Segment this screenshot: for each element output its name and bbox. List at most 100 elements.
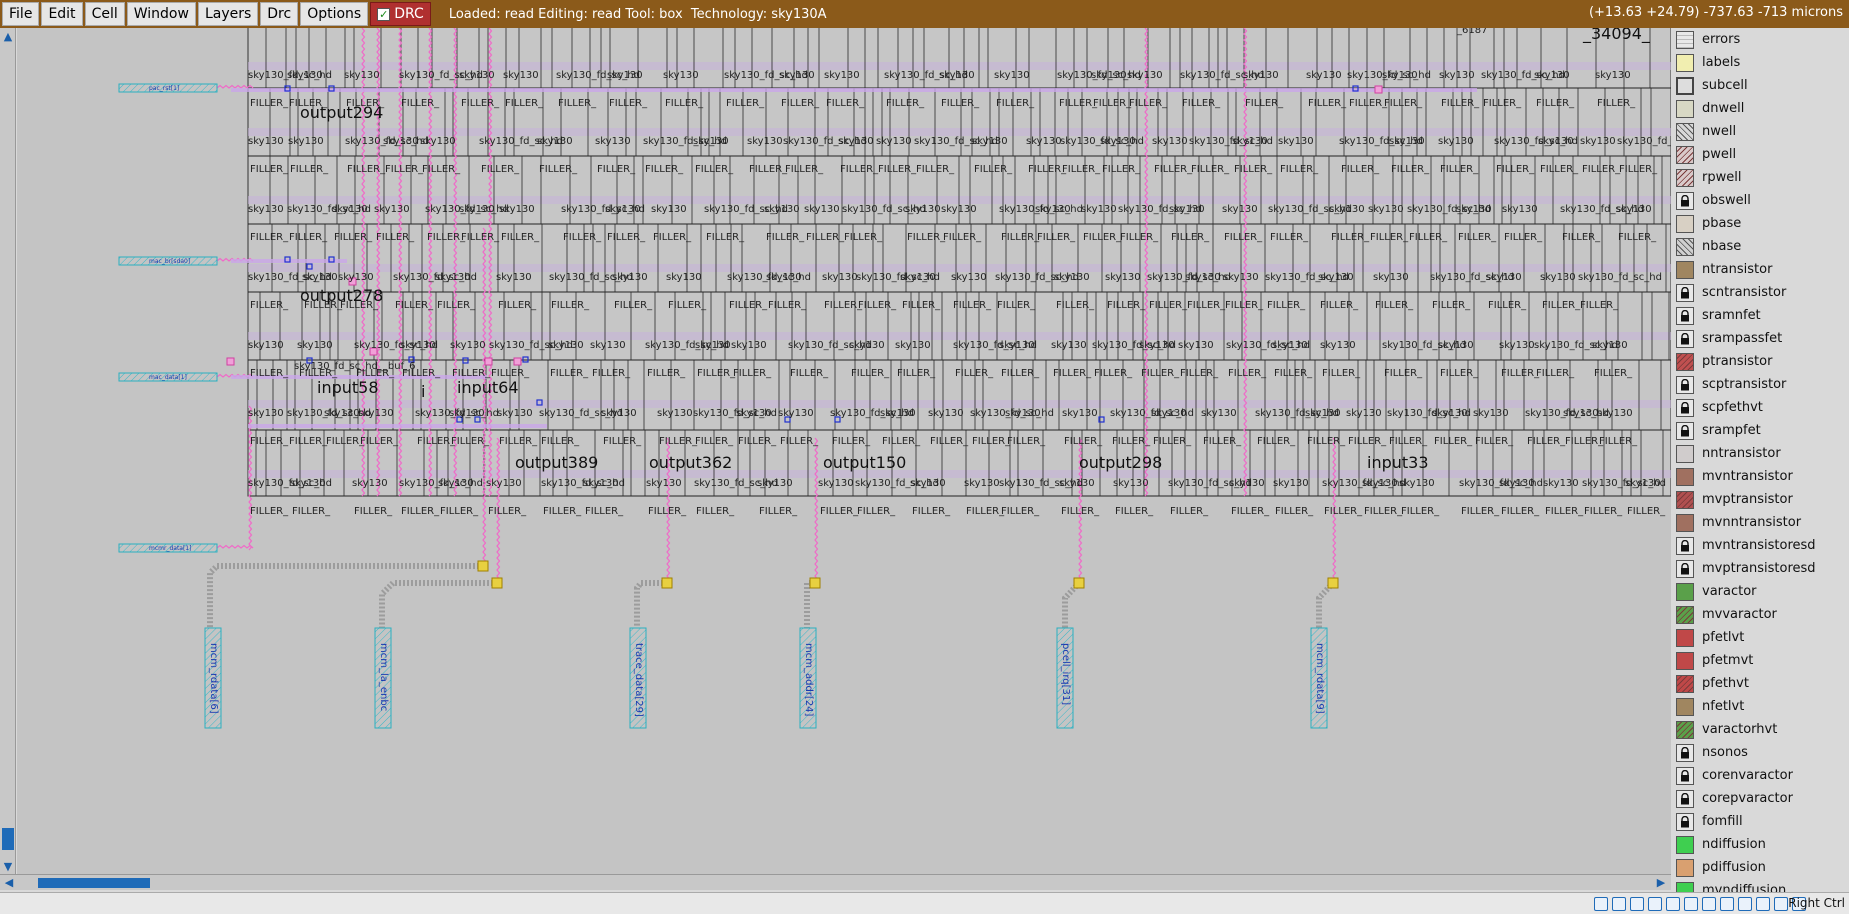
layer-corenvaractor[interactable]: corenvaractor <box>1672 764 1849 787</box>
network-icon[interactable] <box>1702 897 1716 911</box>
filler-cell-label: FILLER_ <box>648 506 687 517</box>
layer-pfetmvt[interactable]: pfetmvt <box>1672 649 1849 672</box>
filler-cell-label: FILLER_ <box>886 98 925 109</box>
layer-subcell[interactable]: subcell <box>1672 74 1849 97</box>
layout-canvas[interactable]: sky130_fd_sc_hd FILLER_ sky130 FILLER_ sky13… <box>17 28 1671 878</box>
menu-edit[interactable]: Edit <box>41 2 83 26</box>
layer-mvntransistoresd[interactable]: mvntransistoresd <box>1672 534 1849 557</box>
monitor-icon[interactable] <box>1720 897 1734 911</box>
layer-scntransistor[interactable]: scntransistor <box>1672 281 1849 304</box>
menu-options[interactable]: Options <box>300 2 369 26</box>
scroll-up-arrow-icon[interactable]: ▲ <box>1 30 15 44</box>
layer-sramnfet[interactable]: sramnfet <box>1672 304 1849 327</box>
scroll-down-arrow-icon[interactable]: ▼ <box>1 860 15 874</box>
cd-icon[interactable] <box>1612 897 1626 911</box>
layer-labels[interactable]: labels <box>1672 51 1849 74</box>
shared-folder-icon[interactable] <box>1648 897 1662 911</box>
layer-mvnntransistor[interactable]: mvnntransistor <box>1672 511 1849 534</box>
horizontal-scrollbar[interactable]: ◀ ▶ <box>0 874 1671 890</box>
cell-instance-name: sky130 <box>1320 340 1356 351</box>
cell-instance-name: sky130 <box>1305 408 1341 419</box>
cpu-icon[interactable] <box>1756 897 1770 911</box>
filler-cell-label: FILLER_ <box>897 368 936 379</box>
cell-instance-name: sky130 <box>486 478 522 489</box>
layer-corepvaractor[interactable]: corepvaractor <box>1672 787 1849 810</box>
host-status-bar: Right Ctrl <box>0 892 1849 914</box>
layer-nwell[interactable]: nwell <box>1672 120 1849 143</box>
layer-mvvaractor[interactable]: mvvaractor <box>1672 603 1849 626</box>
globe-icon[interactable] <box>1774 897 1788 911</box>
layer-mvntransistor[interactable]: mvntransistor <box>1672 465 1849 488</box>
layer-ntransistor[interactable]: ntransistor <box>1672 258 1849 281</box>
horizontal-scroll-thumb[interactable] <box>38 878 150 888</box>
bottom-pin-label: pcell_irq[31] <box>1060 643 1071 706</box>
layer-obswell[interactable]: obswell <box>1672 189 1849 212</box>
filler-cell-label: FILLER_ <box>1102 164 1141 175</box>
layer-swatch <box>1676 582 1694 601</box>
cell-instance-name: sky130 <box>838 136 874 147</box>
layer-nfetlvt[interactable]: nfetlvt <box>1672 695 1849 718</box>
filler-cell-label: FILLER_ <box>1375 300 1414 311</box>
layer-ptransistor[interactable]: ptransistor <box>1672 350 1849 373</box>
filler-cell-label: FILLER_ <box>806 232 845 243</box>
cell-instance-name: sky130 <box>332 204 368 215</box>
instance-label-output362: output362 <box>649 453 733 472</box>
layer-srampfet[interactable]: srampfet <box>1672 419 1849 442</box>
layer-name: mvndiffusion <box>1702 883 1787 892</box>
menu-cell[interactable]: Cell <box>84 2 125 26</box>
display-icon[interactable] <box>1684 897 1698 911</box>
layer-swatch <box>1676 628 1694 647</box>
layer-varactorhvt[interactable]: varactorhvt <box>1672 718 1849 741</box>
layer-srampassfet[interactable]: srampassfet <box>1672 327 1849 350</box>
layer-pwell[interactable]: pwell <box>1672 143 1849 166</box>
layer-pfethvt[interactable]: pfethvt <box>1672 672 1849 695</box>
menu-drc[interactable]: Drc <box>260 2 299 26</box>
layer-nntransistor[interactable]: nntransistor <box>1672 442 1849 465</box>
layer-name: scpfethvt <box>1702 400 1763 415</box>
scroll-right-arrow-icon[interactable]: ▶ <box>1654 876 1668 890</box>
menu-window[interactable]: Window <box>126 2 196 26</box>
layer-swatch <box>1676 191 1694 210</box>
drc-toggle-button[interactable]: ✓ DRC <box>370 2 431 26</box>
layer-nsonos[interactable]: nsonos <box>1672 741 1849 764</box>
edit-icon[interactable] <box>1666 897 1680 911</box>
layer-scpfethvt[interactable]: scpfethvt <box>1672 396 1849 419</box>
layer-dnwell[interactable]: dnwell <box>1672 97 1849 120</box>
cell-instance-name: sky130 <box>499 204 535 215</box>
vertical-scrollbar[interactable]: ▲ ▼ <box>0 28 16 878</box>
layer-mvptransistor[interactable]: mvptransistor <box>1672 488 1849 511</box>
filler-cell-label: FILLER_ <box>1112 436 1151 447</box>
layer-rpwell[interactable]: rpwell <box>1672 166 1849 189</box>
layer-varactor[interactable]: varactor <box>1672 580 1849 603</box>
layer-ndiffusion[interactable]: ndiffusion <box>1672 833 1849 856</box>
record-icon[interactable] <box>1738 897 1752 911</box>
vertical-scroll-thumb[interactable] <box>2 828 14 850</box>
layer-mvndiffusion[interactable]: mvndiffusion <box>1672 879 1849 892</box>
scroll-left-arrow-icon[interactable]: ◀ <box>2 876 16 890</box>
disk-icon[interactable] <box>1594 897 1608 911</box>
layer-swatch <box>1676 122 1694 141</box>
menu-file[interactable]: File <box>2 2 40 26</box>
cell-instance-name: sky130 <box>764 204 800 215</box>
layer-errors[interactable]: errors <box>1672 28 1849 51</box>
layer-pbase[interactable]: pbase <box>1672 212 1849 235</box>
cell-instance-name: sky130 <box>1439 70 1475 81</box>
filler-cell-label: FILLER_ <box>1504 232 1543 243</box>
cell-instance-name: sky130 <box>880 408 916 419</box>
cell-instance-name: sky130 <box>1329 204 1365 215</box>
layer-swatch <box>1676 858 1694 877</box>
layer-fomfill[interactable]: fomfill <box>1672 810 1849 833</box>
cell-instance-name: sky130 <box>895 340 931 351</box>
filler-cell-label: FILLER_ <box>824 300 863 311</box>
cell-instance-name: sky130 <box>663 70 699 81</box>
menu-bar: File Edit Cell Window Layers Drc Options… <box>0 0 1849 28</box>
layer-pfetlvt[interactable]: pfetlvt <box>1672 626 1849 649</box>
filler-cell-label: FILLER_ <box>498 300 537 311</box>
layer-pdiffusion[interactable]: pdiffusion <box>1672 856 1849 879</box>
layer-scptransistor[interactable]: scptransistor <box>1672 373 1849 396</box>
layer-mvptransistoresd[interactable]: mvptransistoresd <box>1672 557 1849 580</box>
layer-nbase[interactable]: nbase <box>1672 235 1849 258</box>
usb-icon[interactable] <box>1630 897 1644 911</box>
cell-instance-name: sky130 <box>1580 136 1616 147</box>
menu-layers[interactable]: Layers <box>197 2 259 26</box>
